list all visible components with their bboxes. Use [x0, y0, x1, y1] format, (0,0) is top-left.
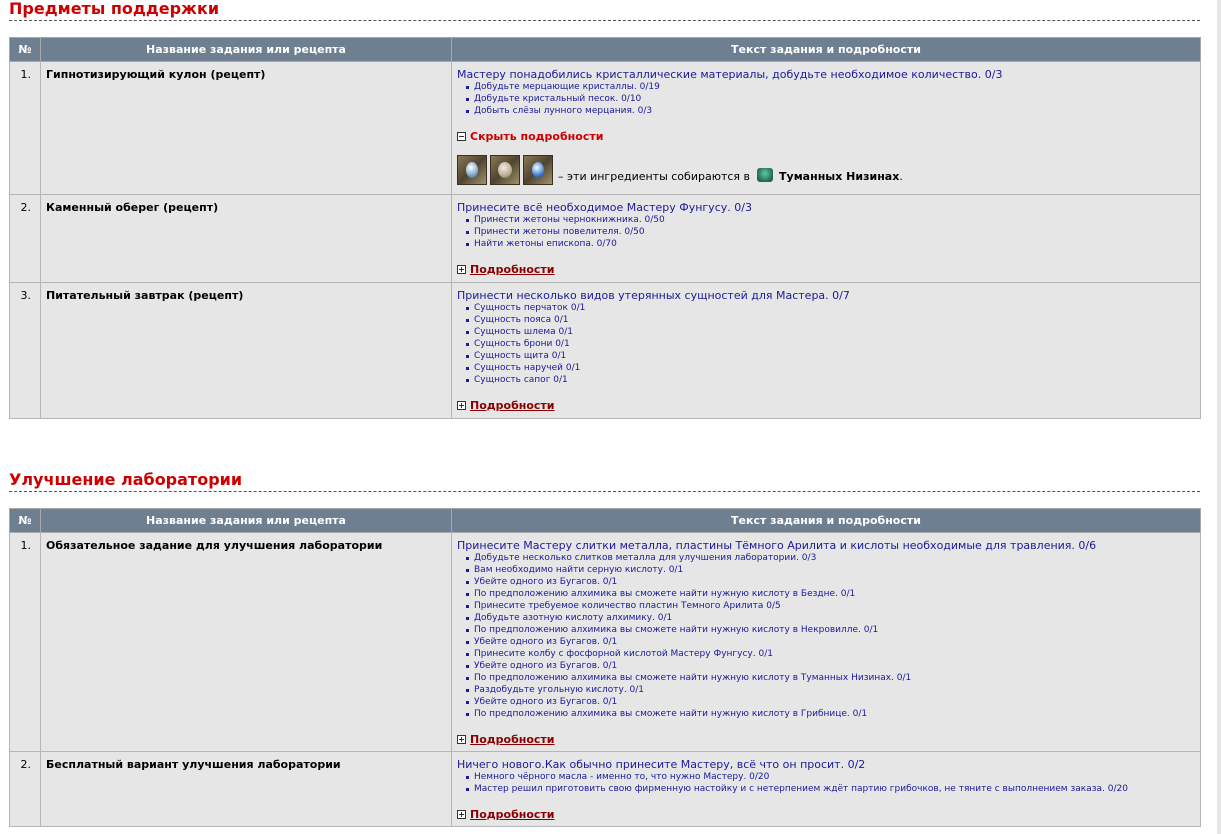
- column-header-name: Название задания или рецепта: [40, 37, 452, 62]
- table-row: 1. Гипнотизирующий кулон (рецепт) Мастер…: [9, 61, 1201, 195]
- objective-item: Сущность наручей 0/1: [466, 362, 1195, 374]
- ingredients-row: – эти ингредиенты собираются в Туманных …: [457, 155, 1195, 185]
- objective-item: Добудьте мерцающие кристаллы. 0/19: [466, 81, 1195, 93]
- objective-item: Сущность пояса 0/1: [466, 314, 1195, 326]
- table-header-row: № Название задания или рецепта Текст зад…: [9, 508, 1201, 533]
- expand-icon[interactable]: [457, 810, 466, 819]
- objective-list: Принести жетоны чернокнижника. 0/50 Прин…: [457, 214, 1195, 250]
- objective-item: Добудьте несколько слитков металла для у…: [466, 552, 1195, 564]
- show-details-toggle[interactable]: Подробности: [457, 399, 1195, 412]
- row-number: 3.: [9, 282, 41, 419]
- objective-list: Сущность перчаток 0/1 Сущность пояса 0/1…: [457, 302, 1195, 386]
- ingredients-text: – эти ингредиенты собираются в: [558, 170, 751, 183]
- quest-main-text: Мастеру понадобились кристаллические мат…: [457, 68, 1003, 81]
- objective-item: Принести жетоны повелителя. 0/50: [466, 226, 1195, 238]
- column-header-text: Текст задания и подробности: [451, 37, 1201, 62]
- details-link[interactable]: Подробности: [470, 263, 555, 276]
- table-row: 3. Питательный завтрак (рецепт) Принести…: [9, 282, 1201, 419]
- objective-item: Убейте одного из Бугагов. 0/1: [466, 696, 1195, 708]
- objective-item: Немного чёрного масла - именно то, что н…: [466, 771, 1195, 783]
- quest-table: № Название задания или рецепта Текст зад…: [9, 508, 1201, 827]
- objective-item: Принесите требуемое количество пластин Т…: [466, 600, 1195, 612]
- crystal-ingredient-icon[interactable]: [457, 155, 487, 185]
- details-link[interactable]: Подробности: [470, 399, 555, 412]
- ingredients-note: – эти ингредиенты собираются в Туманных …: [558, 168, 903, 185]
- objective-item: Добыть слёзы лунного мерцания. 0/3: [466, 105, 1195, 117]
- row-number: 2.: [9, 194, 41, 283]
- quest-details: Принести несколько видов утерянных сущно…: [451, 282, 1201, 419]
- quest-details: Принесите всё необходимое Мастеру Фунгус…: [451, 194, 1201, 283]
- show-details-toggle[interactable]: Подробности: [457, 263, 1195, 276]
- quest-name: Обязательное задание для улучшения лабор…: [40, 532, 452, 752]
- objective-item: Сущность брони 0/1: [466, 338, 1195, 350]
- tear-ingredient-icon[interactable]: [523, 155, 553, 185]
- quest-main-text: Принести несколько видов утерянных сущно…: [457, 289, 850, 302]
- objective-item: Найти жетоны епископа. 0/70: [466, 238, 1195, 250]
- location-map-icon: [756, 168, 773, 182]
- expand-icon[interactable]: [457, 401, 466, 410]
- column-header-name: Название задания или рецепта: [40, 508, 452, 533]
- table-row: 2. Каменный оберег (рецепт) Принесите вс…: [9, 194, 1201, 283]
- ingredients-end: .: [899, 170, 903, 183]
- quest-table: № Название задания или рецепта Текст зад…: [9, 37, 1201, 419]
- row-number: 1.: [9, 61, 41, 195]
- objective-item: Убейте одного из Бугагов. 0/1: [466, 636, 1195, 648]
- objective-item: Сущность перчаток 0/1: [466, 302, 1195, 314]
- objective-item: По предположению алхимика вы сможете най…: [466, 588, 1195, 600]
- objective-item: По предположению алхимика вы сможете най…: [466, 624, 1195, 636]
- scrollbar[interactable]: [1217, 0, 1221, 834]
- objective-item: Принесите колбу с фосфорной кислотой Мас…: [466, 648, 1195, 660]
- objective-item: Добудьте азотную кислоту алхимику. 0/1: [466, 612, 1195, 624]
- show-details-toggle[interactable]: Подробности: [457, 808, 1195, 821]
- show-details-toggle[interactable]: Подробности: [457, 733, 1195, 746]
- table-row: 2. Бесплатный вариант улучшения лаборато…: [9, 751, 1201, 827]
- column-header-text: Текст задания и подробности: [451, 508, 1201, 533]
- section-title: Улучшение лаборатории: [9, 471, 1200, 492]
- details-link[interactable]: Подробности: [470, 733, 555, 746]
- section-title: Предметы поддержки: [9, 0, 1200, 21]
- objective-item: Убейте одного из Бугагов. 0/1: [466, 576, 1195, 588]
- quest-details: Мастеру понадобились кристаллические мат…: [451, 61, 1201, 195]
- objective-list: Добудьте несколько слитков металла для у…: [457, 552, 1195, 720]
- expand-icon[interactable]: [457, 735, 466, 744]
- section-support-items: Предметы поддержки № Название задания ил…: [9, 0, 1201, 419]
- quest-main-text: Принесите всё необходимое Мастеру Фунгус…: [457, 201, 752, 214]
- details-link[interactable]: Подробности: [470, 808, 555, 821]
- objective-item: По предположению алхимика вы сможете най…: [466, 672, 1195, 684]
- expand-icon[interactable]: [457, 265, 466, 274]
- collapse-icon[interactable]: [457, 132, 466, 141]
- column-header-num: №: [9, 37, 41, 62]
- quest-main-text: Ничего нового.Как обычно принесите Масте…: [457, 758, 866, 771]
- column-header-num: №: [9, 508, 41, 533]
- quest-name: Гипнотизирующий кулон (рецепт): [40, 61, 452, 195]
- hide-details-link[interactable]: Скрыть подробности: [470, 130, 603, 143]
- objective-item: Раздобудьте угольную кислоту. 0/1: [466, 684, 1195, 696]
- objective-list: Добудьте мерцающие кристаллы. 0/19 Добуд…: [457, 81, 1195, 117]
- table-header-row: № Название задания или рецепта Текст зад…: [9, 37, 1201, 62]
- quest-name: Бесплатный вариант улучшения лаборатории: [40, 751, 452, 827]
- objective-item: Вам необходимо найти серную кислоту. 0/1: [466, 564, 1195, 576]
- objective-item: По предположению алхимика вы сможете най…: [466, 708, 1195, 720]
- quest-name: Каменный оберег (рецепт): [40, 194, 452, 283]
- objective-list: Немного чёрного масла - именно то, что н…: [457, 771, 1195, 795]
- ingredients-location[interactable]: Туманных Низинах: [779, 170, 899, 183]
- sand-ingredient-icon[interactable]: [490, 155, 520, 185]
- hide-details-toggle[interactable]: Скрыть подробности: [457, 130, 1195, 143]
- objective-item: Принести жетоны чернокнижника. 0/50: [466, 214, 1195, 226]
- objective-item: Сущность шлема 0/1: [466, 326, 1195, 338]
- row-number: 1.: [9, 532, 41, 752]
- section-lab-upgrade: Улучшение лаборатории № Название задания…: [9, 471, 1201, 827]
- objective-item: Убейте одного из Бугагов. 0/1: [466, 660, 1195, 672]
- objective-item: Сущность сапог 0/1: [466, 374, 1195, 386]
- quest-name: Питательный завтрак (рецепт): [40, 282, 452, 419]
- quest-main-text: Принесите Мастеру слитки металла, пласти…: [457, 539, 1097, 552]
- objective-item: Добудьте кристальный песок. 0/10: [466, 93, 1195, 105]
- quest-details: Принесите Мастеру слитки металла, пласти…: [451, 532, 1201, 752]
- objective-item: Мастер решил приготовить свою фирменную …: [466, 783, 1195, 795]
- quest-details: Ничего нового.Как обычно принесите Масте…: [451, 751, 1201, 827]
- table-row: 1. Обязательное задание для улучшения ла…: [9, 532, 1201, 752]
- objective-item: Сущность щита 0/1: [466, 350, 1195, 362]
- row-number: 2.: [9, 751, 41, 827]
